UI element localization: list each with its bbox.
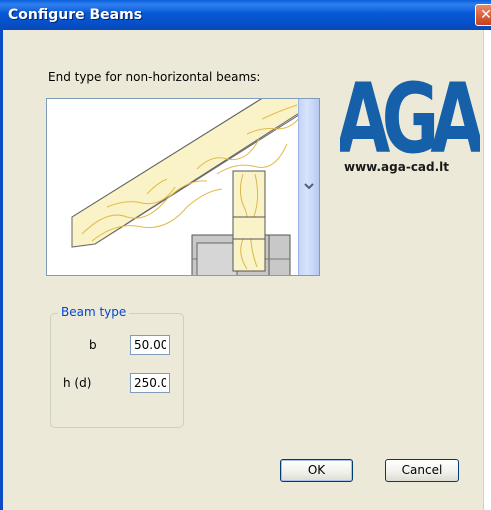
window-title: Configure Beams [8,7,143,23]
beam-type-group [50,313,184,428]
logo-url-text: www.aga-cad.lt [344,160,449,174]
b-label: b [89,338,97,352]
window-left-border [0,30,3,510]
end-type-dropdown[interactable] [46,98,320,276]
beam-type-group-label: Beam type [58,305,130,319]
dropdown-scroll-button[interactable] [298,99,319,275]
end-type-label: End type for non-horizontal beams: [48,70,261,84]
h-input[interactable] [130,373,170,393]
title-bar[interactable]: Configure Beams ✕ [0,0,491,30]
b-input[interactable] [130,335,170,355]
beam-end-preview-icon [71,99,319,275]
ok-button[interactable]: OK [280,459,353,482]
window-right-edge [484,30,491,510]
close-button[interactable]: ✕ [475,4,491,26]
h-label: h (d) [63,376,92,390]
cancel-button[interactable]: Cancel [385,459,459,482]
chevron-down-icon [304,183,314,190]
configure-beams-dialog: Configure Beams ✕ End type for non-horiz… [0,0,491,510]
aga-cad-logo: AGA www.aga-cad.lt [340,70,480,175]
